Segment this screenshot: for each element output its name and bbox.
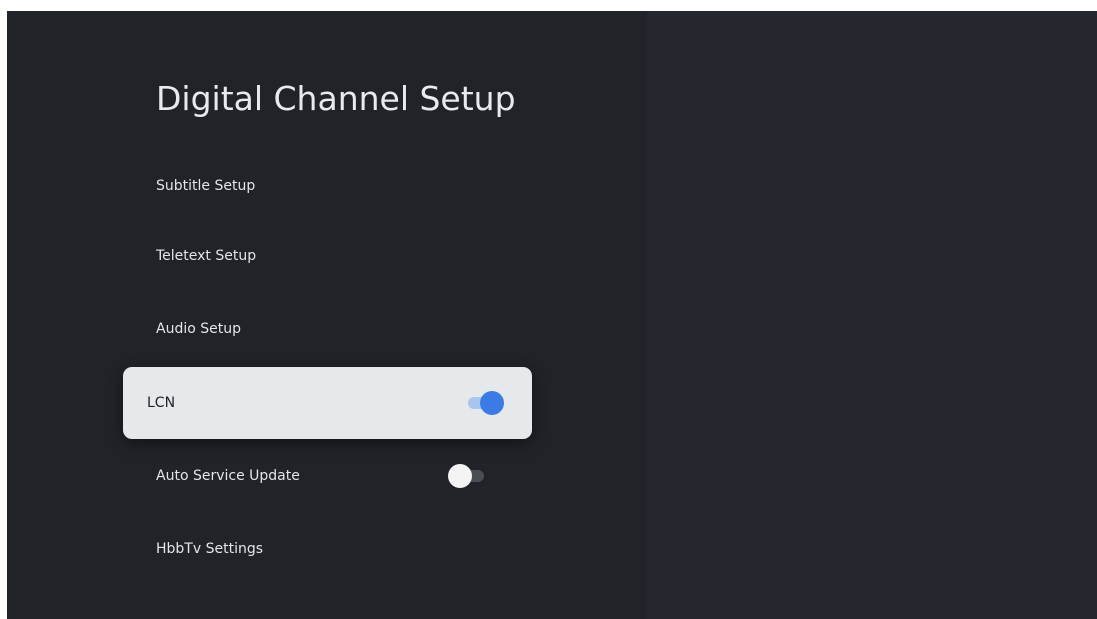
settings-menu-panel: Digital Channel Setup Subtitle Setup Tel…: [7, 11, 647, 619]
lcn-toggle-switch[interactable]: [464, 390, 504, 416]
menu-item-label: Audio Setup: [156, 321, 241, 337]
menu-item-label: Auto Service Update: [156, 468, 300, 484]
menu-item-label: HbbTv Settings: [156, 541, 264, 557]
page-title: Digital Channel Setup: [156, 79, 516, 118]
menu-item-label: LCN: [147, 395, 176, 411]
detail-panel: [647, 11, 1097, 619]
menu-item-label: Teletext Setup: [156, 248, 257, 264]
menu-item-lcn[interactable]: LCN: [123, 367, 532, 439]
menu-item-auto-service-update[interactable]: Auto Service Update: [123, 440, 532, 512]
menu-item-label: Subtitle Setup: [156, 178, 256, 194]
menu-item-hbbtv-settings[interactable]: HbbTv Settings: [123, 513, 532, 585]
menu-item-teletext-setup[interactable]: Teletext Setup: [123, 220, 532, 292]
toggle-thumb: [480, 391, 504, 415]
menu-item-subtitle-setup[interactable]: Subtitle Setup: [123, 150, 532, 222]
auto-service-update-toggle-switch[interactable]: [448, 463, 488, 489]
toggle-thumb: [448, 464, 472, 488]
tv-settings-screen: Digital Channel Setup Subtitle Setup Tel…: [7, 11, 1097, 619]
menu-item-audio-setup[interactable]: Audio Setup: [123, 293, 532, 365]
